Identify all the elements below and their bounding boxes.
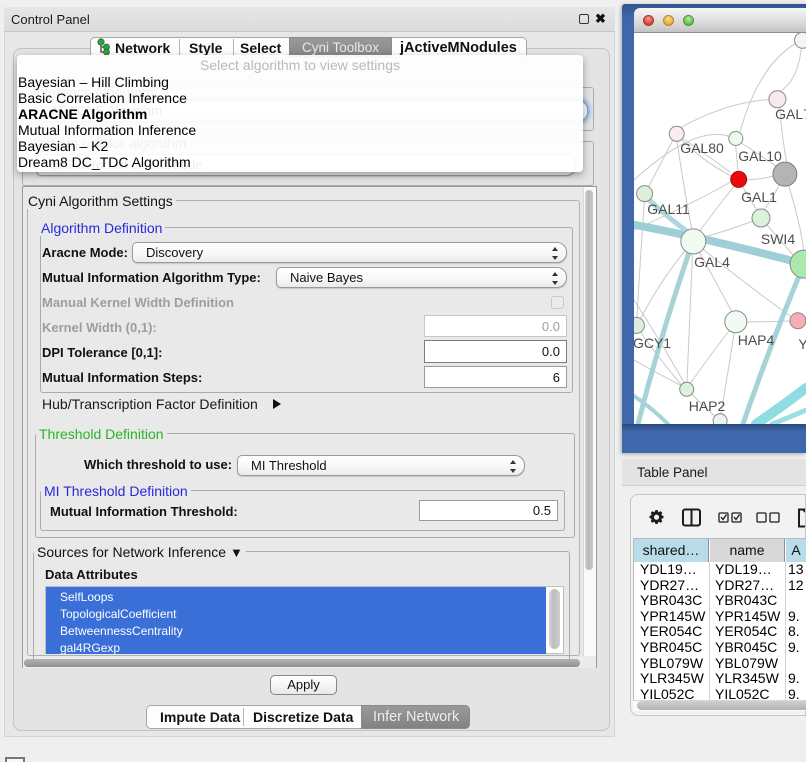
svg-text:HAP4: HAP4 [738,332,775,348]
svg-text:GAL10: GAL10 [738,148,782,164]
svg-text:GAL1: GAL1 [741,189,777,205]
svg-text:GAL7: GAL7 [775,106,806,122]
svg-text:Y: Y [798,336,806,352]
svg-text:GAL11: GAL11 [647,201,690,217]
svg-text:GAL4: GAL4 [694,254,730,270]
svg-text:GAL80: GAL80 [680,140,724,156]
svg-text:SWI4: SWI4 [761,231,795,247]
svg-text:HAP2: HAP2 [689,398,726,414]
svg-text:GCY1: GCY1 [634,335,671,351]
